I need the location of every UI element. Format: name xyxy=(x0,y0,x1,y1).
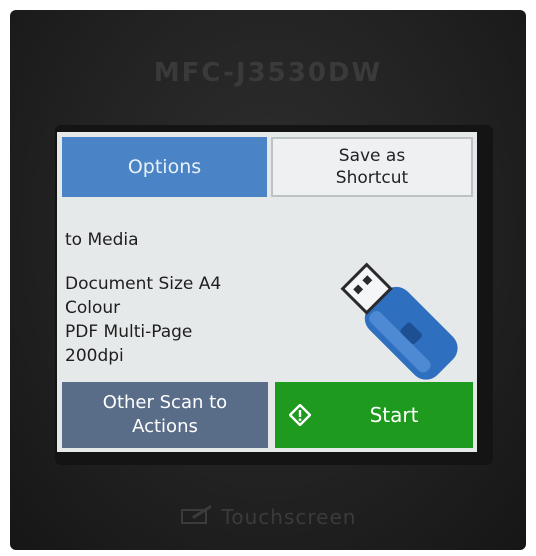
touchscreen-label: Touchscreen xyxy=(221,505,357,529)
options-button[interactable]: Options xyxy=(62,137,267,197)
other-label-line1: Other Scan to xyxy=(102,392,228,413)
scan-destination: to Media xyxy=(65,230,139,250)
other-scan-actions-button[interactable]: Other Scan to Actions xyxy=(62,382,268,448)
shortcut-label-line2: Shortcut xyxy=(335,168,409,188)
start-diamond-icon xyxy=(288,403,312,431)
options-label: Options xyxy=(127,156,202,178)
start-button[interactable]: Start xyxy=(275,382,473,448)
scan-settings: Document Size A4 Colour PDF Multi-Page 2… xyxy=(65,272,221,368)
model-name: MFC-J3530DW xyxy=(153,58,383,88)
save-as-shortcut-button[interactable]: Save as Shortcut xyxy=(271,137,473,197)
other-label-line2: Actions xyxy=(132,416,198,437)
usb-flash-drive-icon xyxy=(332,247,472,391)
lcd-screen: Options Save as Shortcut to Media Docume… xyxy=(57,132,477,452)
touchscreen-brand: Touchscreen xyxy=(10,505,526,529)
setting-document-size: Document Size A4 xyxy=(65,274,222,294)
setting-file-type: PDF Multi-Page xyxy=(65,322,193,342)
setting-resolution: 200dpi xyxy=(65,346,124,366)
setting-colour: Colour xyxy=(65,298,121,318)
start-label: Start xyxy=(369,403,419,427)
touchscreen-icon xyxy=(180,505,214,529)
shortcut-label-line1: Save as xyxy=(338,146,406,166)
